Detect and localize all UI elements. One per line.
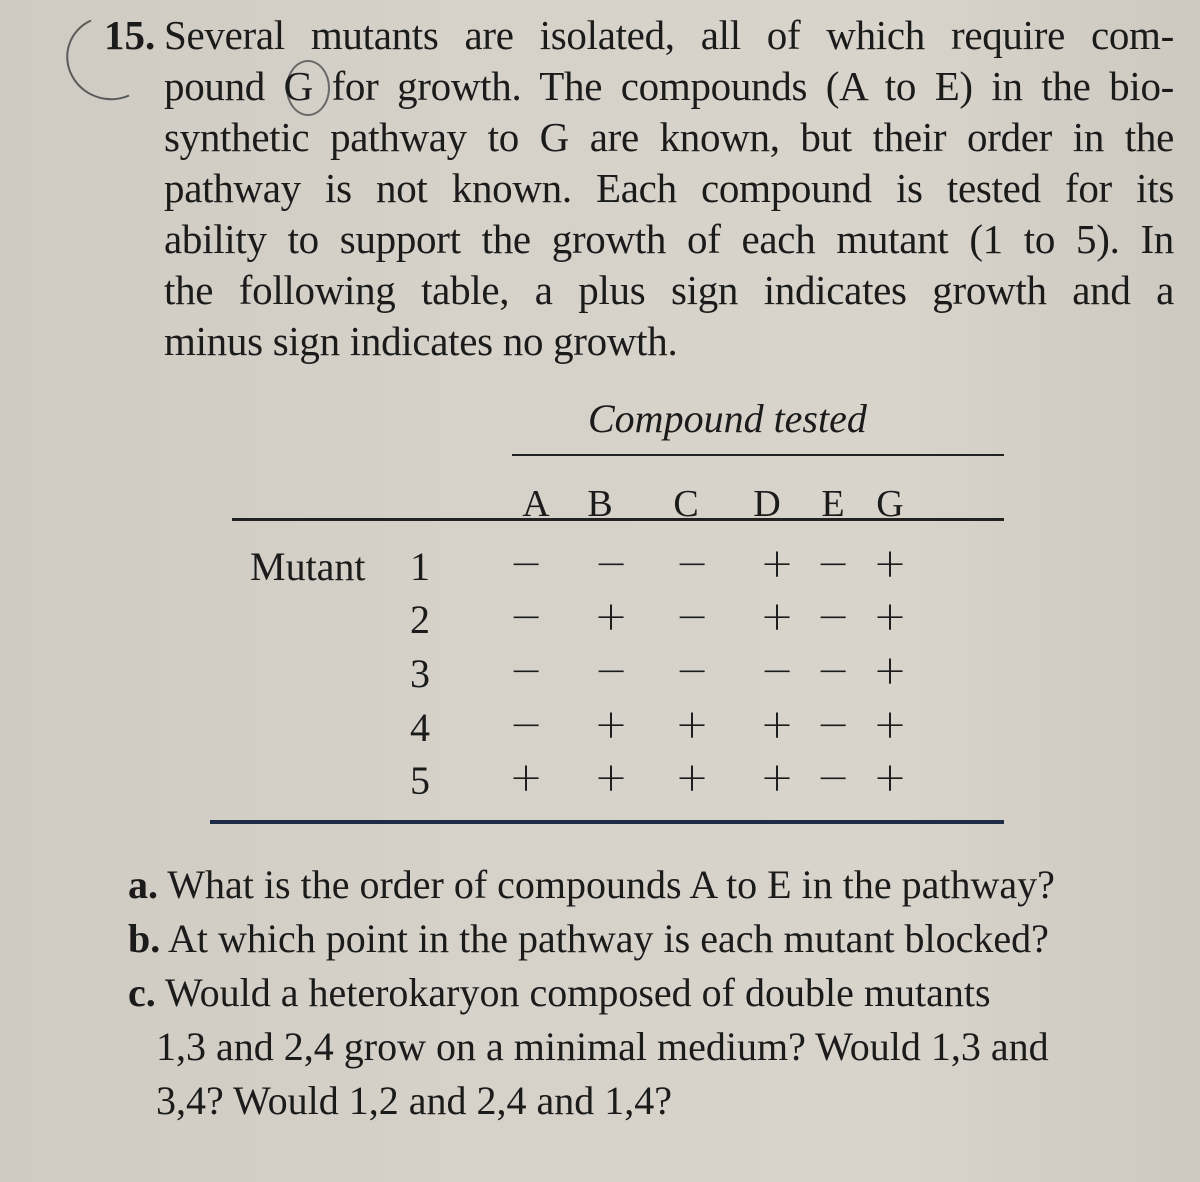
- mutant-number: 3: [410, 651, 430, 696]
- no-growth-minus-cell: −: [760, 648, 794, 694]
- question-text: Would a heterokaryon composed of double …: [165, 970, 991, 1015]
- table-title: Compound tested: [588, 396, 867, 441]
- table-rule-header: [232, 518, 1004, 521]
- table-rule-top: [512, 454, 1004, 456]
- growth-plus-cell: +: [675, 702, 709, 748]
- growth-plus-cell: +: [873, 594, 907, 640]
- no-growth-minus-cell: −: [675, 648, 709, 694]
- no-growth-minus-cell: −: [594, 541, 628, 587]
- growth-plus-cell: +: [675, 755, 709, 801]
- textbook-page: 15. Several mutants are isolated, all of…: [0, 0, 1200, 1182]
- question-letter: b.: [128, 916, 161, 961]
- question-b: b. At which point in the pathway is each…: [128, 912, 1178, 966]
- table-rule-bottom: [210, 820, 1004, 824]
- growth-plus-cell: +: [760, 755, 794, 801]
- no-growth-minus-cell: −: [509, 702, 543, 748]
- no-growth-minus-cell: −: [816, 541, 850, 587]
- no-growth-minus-cell: −: [816, 702, 850, 748]
- mutant-number: 2: [410, 597, 430, 642]
- question-a: a. What is the order of compounds A to E…: [128, 858, 1178, 912]
- growth-plus-cell: +: [594, 702, 628, 748]
- growth-plus-cell: +: [873, 755, 907, 801]
- mutant-number: 5: [410, 758, 430, 803]
- problem-line: the following table, a plus sign indicat…: [164, 267, 1174, 313]
- problem-line: synthetic pathway to G are known, but th…: [164, 114, 1174, 160]
- growth-plus-cell: +: [873, 648, 907, 694]
- problem-line: minus sign indicates no growth.: [164, 318, 678, 364]
- problem-line: pathway is not known. Each compound is t…: [164, 165, 1174, 211]
- question-c: c. Would a heterokaryon composed of doub…: [128, 966, 1178, 1020]
- no-growth-minus-cell: −: [816, 648, 850, 694]
- no-growth-minus-cell: −: [594, 648, 628, 694]
- mutant-number: 4: [410, 705, 430, 750]
- no-growth-minus-cell: −: [675, 541, 709, 587]
- growth-plus-cell: +: [509, 755, 543, 801]
- question-letter: c.: [128, 970, 156, 1015]
- growth-plus-cell: +: [594, 755, 628, 801]
- problem-statement: Several mutants are isolated, all of whi…: [164, 10, 1174, 367]
- no-growth-minus-cell: −: [509, 541, 543, 587]
- growth-plus-cell: +: [760, 702, 794, 748]
- question-text: At which point in the pathway is each mu…: [168, 916, 1049, 961]
- no-growth-minus-cell: −: [509, 648, 543, 694]
- no-growth-minus-cell: −: [816, 594, 850, 640]
- problem-number: 15.: [104, 12, 156, 58]
- question-c-continued: 3,4? Would 1,2 and 2,4 and 1,4?: [156, 1078, 672, 1123]
- no-growth-minus-cell: −: [816, 755, 850, 801]
- growth-plus-cell: +: [873, 702, 907, 748]
- growth-plus-cell: +: [873, 541, 907, 587]
- growth-plus-cell: +: [760, 594, 794, 640]
- no-growth-minus-cell: −: [675, 594, 709, 640]
- question-letter: a.: [128, 862, 158, 907]
- growth-plus-cell: +: [760, 541, 794, 587]
- no-growth-minus-cell: −: [509, 594, 543, 640]
- questions: a. What is the order of compounds A to E…: [128, 858, 1178, 1128]
- question-text: What is the order of compounds A to E in…: [167, 862, 1055, 907]
- problem-line: pound G for growth. The compounds (A to …: [164, 63, 1174, 109]
- mutant-number: 1: [410, 544, 430, 589]
- problem-line: Several mutants are isolated, all of whi…: [164, 12, 1174, 58]
- growth-plus-cell: +: [594, 594, 628, 640]
- problem-line: ability to support the growth of each mu…: [164, 216, 1174, 262]
- question-c-continued: 1,3 and 2,4 grow on a minimal medium? Wo…: [156, 1024, 1049, 1069]
